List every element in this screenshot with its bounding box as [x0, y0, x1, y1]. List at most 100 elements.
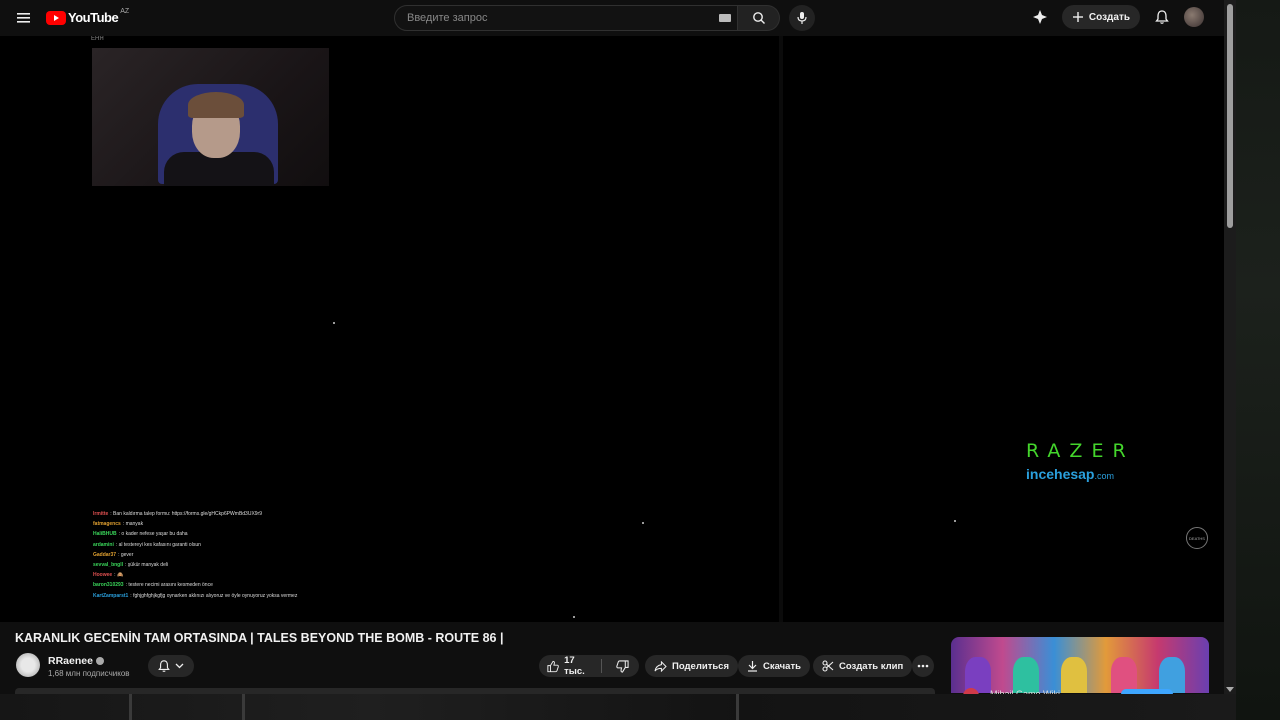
- keyboard-icon[interactable]: [719, 14, 731, 22]
- chat-message: KartZamparst1: fghjghfghjkgfjg oynarken …: [93, 591, 333, 601]
- particle: [642, 522, 644, 524]
- deaths-badge: DEATHS: [1186, 527, 1208, 549]
- chat-message: HaliBHUB: o kader nefese yaşar bu daha: [93, 529, 333, 539]
- notifications-button[interactable]: [1150, 5, 1174, 29]
- chat-text: : o kader nefese yaşar bu daha: [118, 531, 188, 538]
- bell-icon: [1155, 10, 1169, 24]
- chat-username: fatmagencs: [93, 521, 121, 528]
- chat-message: fatmagencs: manyak: [93, 519, 333, 529]
- search-input[interactable]: [405, 11, 709, 25]
- channel-avatar[interactable]: [16, 653, 40, 677]
- page-scrollbar[interactable]: [1224, 0, 1236, 694]
- particle: [333, 322, 335, 324]
- chat-message: baron310293: testere necimi arasını kesm…: [93, 580, 333, 590]
- chat-message: lrmitte: Ban kaldırma talep formu: https…: [93, 509, 333, 519]
- ad-character: [1159, 657, 1185, 693]
- more-horizontal-icon: [917, 664, 929, 668]
- background-window-strip: [0, 694, 1236, 720]
- subscription-bell-button[interactable]: [148, 655, 194, 677]
- ad-character: [1061, 657, 1087, 693]
- more-actions-button[interactable]: [912, 655, 934, 677]
- chat-message: ardamini: al testereyi kes kafasını gara…: [93, 540, 333, 550]
- chat-username: HaliBHUB: [93, 531, 117, 538]
- gemini-sparkle-icon[interactable]: [1028, 5, 1052, 29]
- create-button[interactable]: Создать: [1061, 5, 1140, 29]
- chat-username: lrmitte: [93, 511, 109, 517]
- verified-icon: [95, 657, 104, 666]
- ad-character: [1013, 657, 1039, 693]
- chat-message: sevval_bngll: şükür manyak deli: [93, 560, 333, 570]
- bell-icon: [158, 660, 170, 672]
- download-label: Скачать: [763, 660, 801, 672]
- chevron-down-icon: [175, 663, 184, 669]
- chat-text: : testere necimi arasını kesmeden önce: [125, 582, 213, 589]
- chat-username: ardamini: [93, 541, 114, 548]
- create-clip-label: Создать клип: [839, 660, 904, 672]
- chat-username: sevval_bngll: [93, 562, 124, 569]
- voice-search-button[interactable]: [789, 5, 815, 31]
- search-icon: [752, 12, 765, 24]
- chat-message: Hoowee: 🙈: [93, 570, 333, 580]
- like-button[interactable]: 17 тыс.: [539, 655, 596, 677]
- channel-name: RRaenee: [48, 655, 93, 667]
- country-code: AZ: [120, 8, 130, 15]
- facecam-label: ЕНЯ: [91, 36, 104, 42]
- chat-text: : şükür manyak deli: [125, 562, 169, 569]
- chat-username: baron310293: [93, 582, 124, 589]
- download-icon: [748, 661, 757, 672]
- share-icon: [654, 660, 667, 672]
- sidebar-ad-thumbnail[interactable]: [951, 637, 1209, 693]
- search-box: [394, 5, 738, 31]
- streamer-facecam: [92, 48, 329, 186]
- top-right-actions: Создать: [1028, 5, 1204, 29]
- like-count: 17 тыс.: [564, 655, 585, 677]
- create-label: Создать: [1088, 11, 1130, 23]
- plus-icon: [1072, 12, 1083, 22]
- chat-text: : 🙈: [114, 572, 124, 579]
- create-clip-button[interactable]: Создать клип: [813, 655, 913, 677]
- share-label: Поделиться: [672, 660, 730, 672]
- streamer-hair: [188, 92, 244, 118]
- chat-username: Hoowee: [93, 572, 113, 579]
- video-player[interactable]: ЕНЯ lrmitte: Ban kaldırma talep formu: h…: [0, 36, 1224, 622]
- thumbs-down-icon: [616, 659, 629, 673]
- background-mark: [242, 694, 245, 720]
- scissors-icon: [822, 660, 834, 672]
- chat-text: : fghjghfghjkgfjg oynarken aklınızı alıy…: [130, 592, 298, 599]
- top-bar: YouTube AZ Создать: [0, 0, 1224, 36]
- stream-chat: lrmitte: Ban kaldırma talep formu: https…: [93, 509, 333, 601]
- search-button[interactable]: [738, 5, 780, 31]
- ad-character: [1111, 657, 1137, 693]
- microphone-icon: [797, 12, 807, 24]
- background-window-edge: [1236, 0, 1280, 720]
- like-separator: [600, 659, 602, 673]
- incehesap-domain: .com: [1094, 471, 1114, 481]
- chat-message: Gaddar37: gever: [93, 550, 333, 560]
- chat-text: : Ban kaldırma talep formu: https://form…: [110, 511, 263, 517]
- background-mark: [736, 694, 739, 720]
- incehesap-logo: incehesap.com: [1026, 466, 1136, 482]
- sponsor-logo: RAZER incehesap.com: [1026, 440, 1136, 482]
- chat-username: Gaddar37: [93, 551, 117, 558]
- dislike-button[interactable]: [607, 655, 639, 677]
- youtube-logo[interactable]: YouTube AZ: [46, 8, 130, 25]
- scroll-down-arrow-icon[interactable]: [1226, 687, 1234, 692]
- account-avatar[interactable]: [1184, 7, 1204, 27]
- chat-text: : al testereyi kes kafasını garanti olsu…: [115, 541, 201, 548]
- chat-text: : manyak: [122, 521, 144, 528]
- menu-icon[interactable]: [14, 8, 34, 28]
- chat-username: KartZamparst1: [93, 592, 129, 599]
- particle: [954, 520, 956, 522]
- scrollbar-thumb[interactable]: [1227, 4, 1233, 228]
- video-frame-divider: [779, 36, 783, 622]
- youtube-play-icon: [46, 10, 66, 25]
- background-mark: [129, 694, 132, 720]
- channel-name-row[interactable]: RRaenee: [48, 655, 104, 667]
- logo-text: YouTube: [68, 10, 119, 25]
- chat-text: : gever: [118, 551, 134, 558]
- download-button[interactable]: Скачать: [738, 655, 810, 677]
- share-button[interactable]: Поделиться: [645, 655, 739, 677]
- razer-logo-text: RAZER: [1026, 440, 1135, 462]
- subscriber-count: 1,68 млн подписчиков: [48, 669, 130, 678]
- particle: [573, 616, 575, 618]
